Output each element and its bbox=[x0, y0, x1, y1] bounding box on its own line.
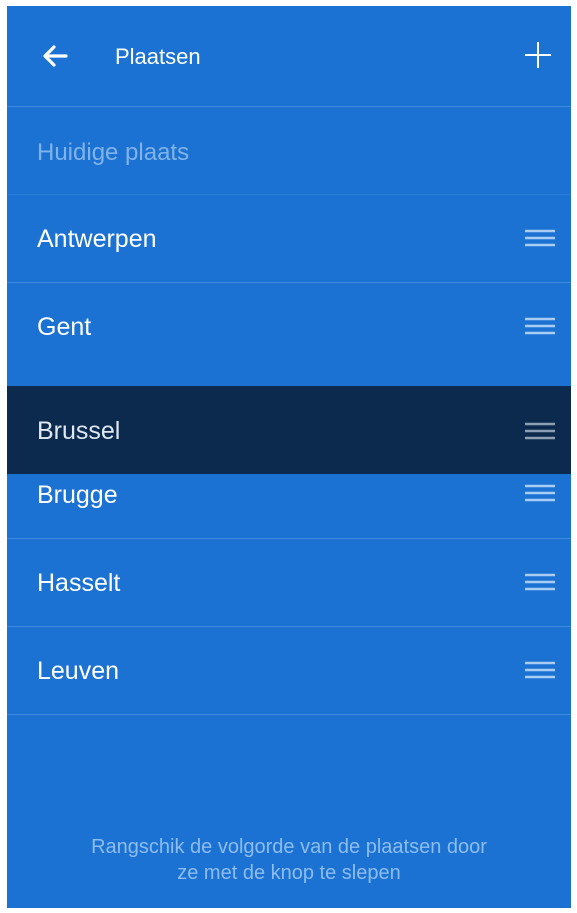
hint-line: Rangschik de volgorde van de plaatsen do… bbox=[91, 836, 487, 858]
drag-handle-icon bbox=[525, 480, 555, 506]
drag-handle[interactable] bbox=[525, 313, 555, 339]
page-title: Plaatsen bbox=[115, 44, 201, 69]
place-name: Leuven bbox=[37, 657, 120, 685]
arrow-left-icon bbox=[40, 41, 70, 76]
drag-handle-icon bbox=[525, 313, 555, 339]
place-row[interactable]: Gent bbox=[7, 283, 571, 371]
drag-handle[interactable] bbox=[525, 657, 555, 683]
place-row[interactable]: Leuven bbox=[7, 627, 571, 715]
plus-icon bbox=[523, 40, 553, 75]
place-name: Gent bbox=[37, 313, 92, 341]
current-location-label[interactable]: Huidige plaats bbox=[37, 138, 189, 168]
drag-handle-icon bbox=[525, 418, 555, 444]
dragging-place-row[interactable]: Brussel bbox=[7, 386, 571, 474]
drag-handle[interactable] bbox=[525, 225, 555, 251]
place-row[interactable]: Antwerpen bbox=[7, 195, 571, 283]
header-divider bbox=[7, 106, 571, 107]
place-name: Antwerpen bbox=[37, 225, 157, 253]
app-bar: Plaatsen bbox=[7, 6, 571, 106]
back-button[interactable] bbox=[33, 36, 77, 80]
drag-handle-icon bbox=[525, 657, 555, 683]
divider bbox=[7, 714, 571, 715]
drag-handle[interactable] bbox=[525, 480, 555, 506]
drag-handle-icon bbox=[525, 225, 555, 251]
reorder-hint: Rangschik de volgorde van de plaatsen do… bbox=[7, 834, 571, 886]
drag-handle-icon bbox=[525, 569, 555, 595]
place-name: Brussel bbox=[37, 417, 121, 445]
places-screen: Plaatsen Huidige plaats Antwerpen Gent B… bbox=[7, 6, 571, 908]
hint-line: ze met de knop te slepen bbox=[177, 862, 401, 884]
add-place-button[interactable] bbox=[515, 34, 561, 80]
drag-handle[interactable] bbox=[525, 569, 555, 595]
drag-handle[interactable] bbox=[525, 418, 555, 444]
place-name: Brugge bbox=[37, 481, 118, 509]
place-row[interactable]: Hasselt bbox=[7, 539, 571, 627]
place-name: Hasselt bbox=[37, 569, 121, 597]
